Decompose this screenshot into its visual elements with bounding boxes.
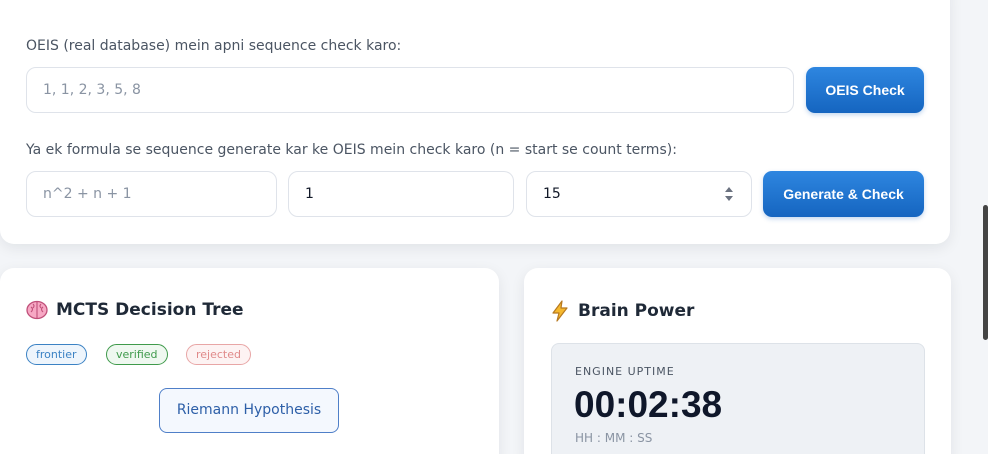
lightning-icon bbox=[552, 300, 568, 322]
oeis-card: OEIS (real database) mein apni sequence … bbox=[0, 0, 950, 244]
brain-icon bbox=[26, 300, 48, 320]
generate-check-button[interactable]: Generate & Check bbox=[763, 171, 924, 217]
mcts-card: MCTS Decision Tree frontier verified rej… bbox=[0, 268, 499, 454]
start-input[interactable] bbox=[288, 171, 514, 217]
brain-title-text: Brain Power bbox=[578, 301, 695, 321]
count-stepper[interactable] bbox=[526, 171, 752, 217]
uptime-label: ENGINE UPTIME bbox=[575, 365, 675, 378]
legend-rejected: rejected bbox=[186, 344, 251, 365]
formula-input[interactable] bbox=[26, 171, 277, 217]
uptime-format: HH : MM : SS bbox=[575, 431, 653, 445]
scrollbar-thumb[interactable] bbox=[983, 205, 988, 340]
tree-root-node[interactable]: Riemann Hypothesis bbox=[159, 388, 339, 433]
oeis-check-button[interactable]: OEIS Check bbox=[806, 67, 924, 113]
count-input[interactable] bbox=[526, 171, 752, 217]
uptime-value: 00:02:38 bbox=[574, 384, 723, 425]
legend-verified: verified bbox=[106, 344, 168, 365]
sequence-input[interactable] bbox=[26, 67, 794, 113]
oeis-label: OEIS (real database) mein apni sequence … bbox=[26, 38, 402, 54]
formula-label: Ya ek formula se sequence generate kar k… bbox=[26, 142, 677, 158]
legend-frontier: frontier bbox=[26, 344, 87, 365]
stepper-arrows-icon[interactable] bbox=[724, 184, 734, 204]
brain-title: Brain Power bbox=[550, 300, 694, 322]
mcts-title-text: MCTS Decision Tree bbox=[56, 300, 244, 320]
mcts-title: MCTS Decision Tree bbox=[26, 300, 244, 320]
brain-power-card: Brain Power ENGINE UPTIME 00:02:38 HH : … bbox=[524, 268, 951, 454]
uptime-panel: ENGINE UPTIME 00:02:38 HH : MM : SS bbox=[551, 343, 925, 454]
